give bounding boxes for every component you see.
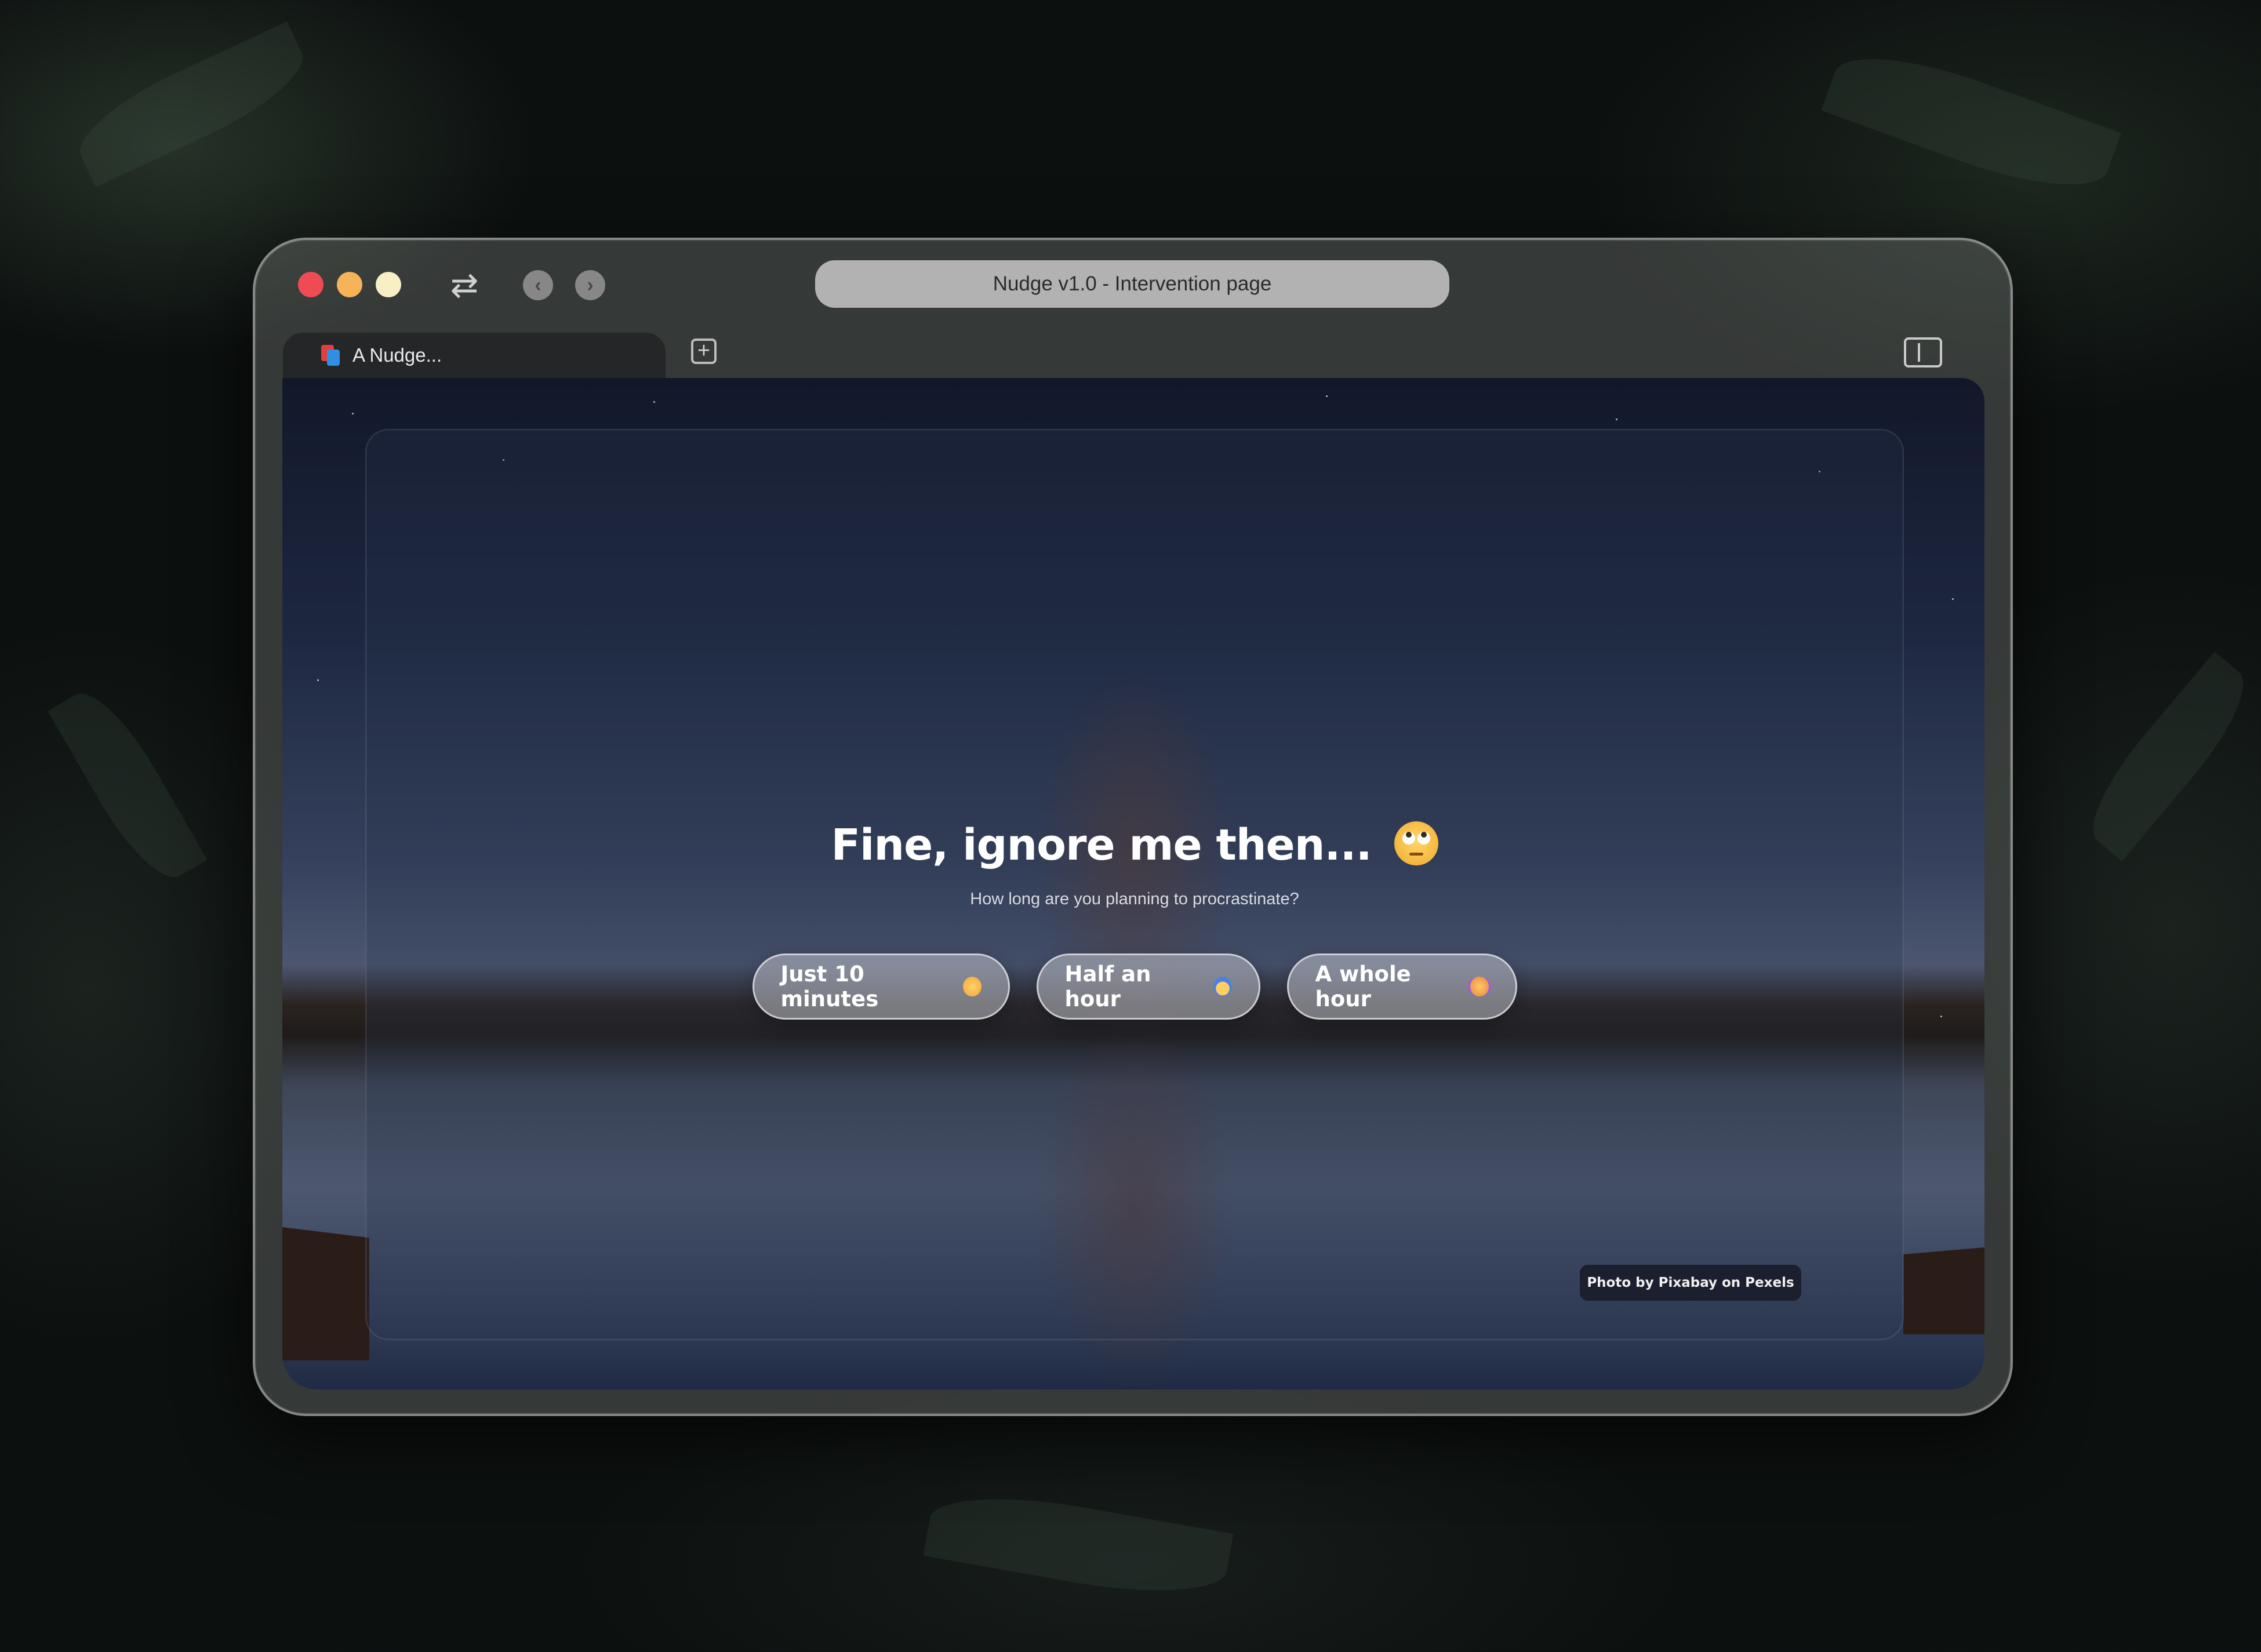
- new-tab-icon[interactable]: +: [691, 339, 717, 364]
- sidebar-toggle-icon[interactable]: [1904, 337, 1942, 367]
- close-window-button[interactable]: [298, 272, 323, 297]
- option-10-minutes-button[interactable]: Just 10 minutes: [752, 954, 1010, 1020]
- rolling-eyes-emoji-icon: [1394, 821, 1438, 865]
- back-icon[interactable]: ‹: [523, 270, 553, 300]
- shoreline-left: [282, 1227, 369, 1360]
- background-leaf: [66, 21, 317, 188]
- intervention-card: Fine, ignore me then... How long are you…: [365, 429, 1904, 1340]
- option-label: Half an hour: [1064, 962, 1151, 1011]
- background-leaf: [2073, 652, 2261, 861]
- background-leaf: [1821, 34, 2121, 210]
- minimize-window-button[interactable]: [337, 272, 362, 297]
- flushed-face-icon: [963, 977, 982, 996]
- question-subtitle: How long are you planning to procrastina…: [970, 890, 1299, 908]
- option-label: Just 10 minutes: [780, 962, 879, 1011]
- crying-face-icon: [1470, 977, 1489, 996]
- shoreline-right: [1903, 1247, 1984, 1334]
- tab-label: A Nudge...: [352, 344, 442, 366]
- address-bar[interactable]: Nudge v1.0 - Intervention page: [815, 260, 1449, 308]
- browser-window: ⇄ ‹ › Nudge v1.0 - Intervention page A N…: [253, 238, 2013, 1416]
- option-half-hour-button[interactable]: Half an hour: [1036, 954, 1260, 1020]
- headline-text: Fine, ignore me then...: [831, 820, 1372, 870]
- option-whole-hour-button[interactable]: A whole hour: [1286, 954, 1517, 1020]
- background-leaf: [923, 1481, 1234, 1609]
- duration-options: Just 10 minutes Half an hour A whole hou…: [366, 954, 1903, 1020]
- maximize-window-button[interactable]: [376, 272, 401, 297]
- forward-icon[interactable]: ›: [575, 270, 605, 300]
- photo-credit-link[interactable]: Photo by Pixabay on Pexels: [1580, 1265, 1801, 1301]
- screaming-face-icon: [1213, 977, 1232, 996]
- tab-active[interactable]: A Nudge...: [283, 333, 666, 378]
- nudge-favicon-icon: [321, 345, 340, 366]
- page-viewport: Fine, ignore me then... How long are you…: [282, 378, 1984, 1389]
- background-leaf: [48, 679, 208, 892]
- refresh-icon[interactable]: ⇄: [444, 267, 485, 304]
- option-label: A whole hour: [1315, 962, 1411, 1011]
- page-title: Fine, ignore me then...: [366, 820, 1903, 870]
